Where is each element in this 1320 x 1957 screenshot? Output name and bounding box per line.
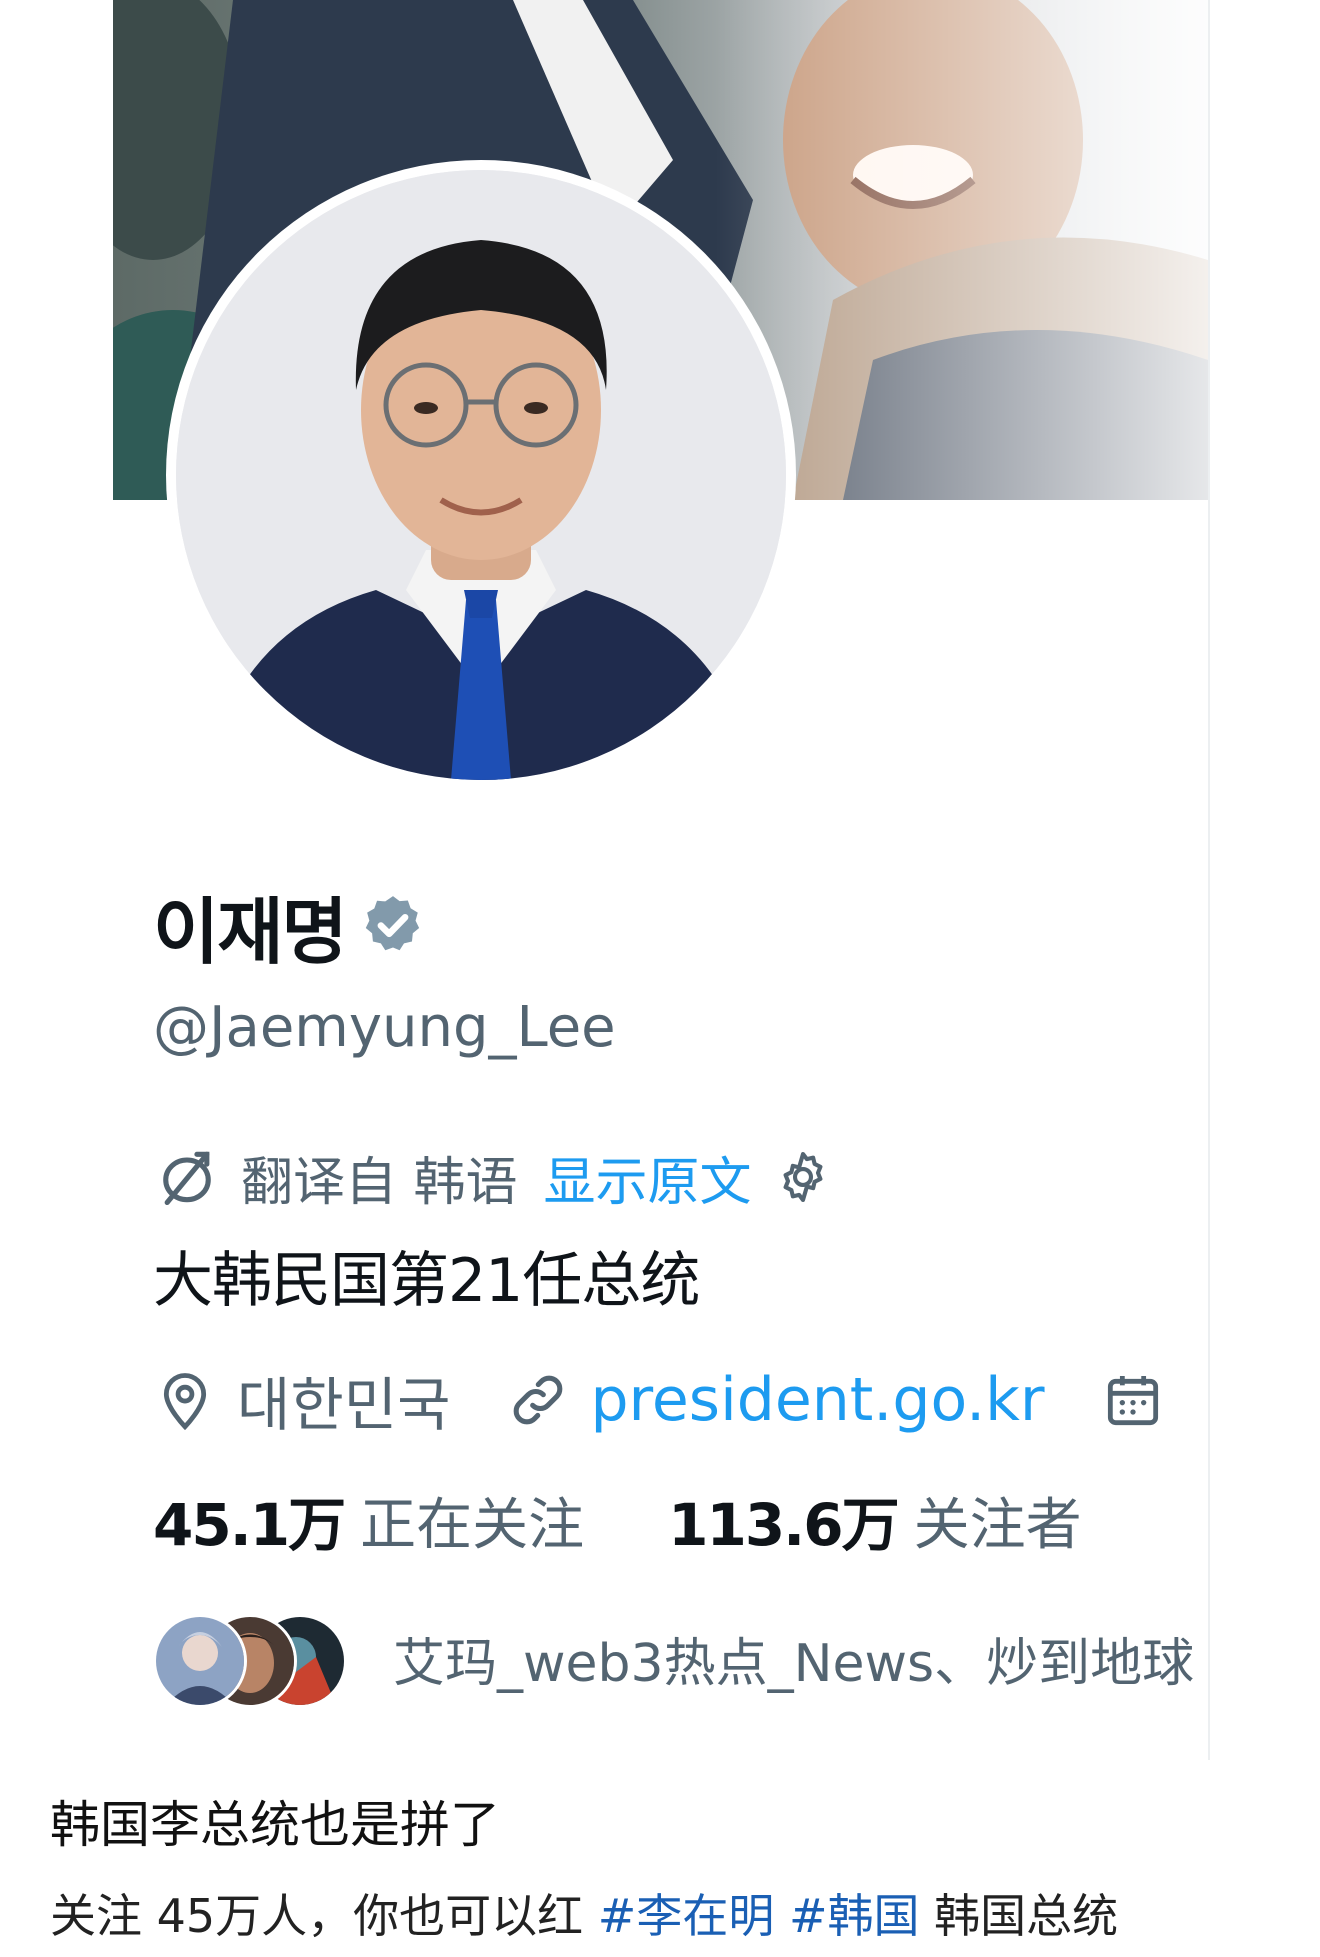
post-body-suffix: 韩国总统 (934, 1889, 1119, 1943)
follower-avatars (153, 1610, 353, 1708)
gear-icon[interactable] (774, 1148, 832, 1206)
post-body: 关注 45万人，你也可以红 #李在明 #韩国 韩国总统 (50, 1880, 1118, 1946)
translated-from-label: 翻译自 韩语 (241, 1152, 518, 1213)
post-title: 韩国李总统也是拼了 (50, 1796, 500, 1854)
hashtag-link[interactable]: #李在明 (598, 1889, 775, 1943)
profile-website-link[interactable]: president.go.kr (590, 1365, 1044, 1435)
user-handle: @Jaemyung_Lee (153, 995, 616, 1060)
follower-avatar (153, 1614, 247, 1708)
location-pin-icon (163, 1373, 207, 1431)
avatar-portrait-image (176, 170, 786, 780)
followers-count[interactable]: 113.6万 (668, 1478, 899, 1562)
display-name: 이재명 (153, 889, 348, 974)
hashtag-link[interactable]: #韩国 (789, 1889, 920, 1943)
profile-meta-row: 대한민국 president.go.kr (153, 1360, 1185, 1440)
followers-label[interactable]: 关注者 (914, 1480, 1082, 1561)
profile-card: 이재명 @Jaemyung_Lee 翻译自 韩语 显示原文 大韩民国第21任总统… (113, 0, 1210, 1760)
translate-icon (163, 1151, 211, 1206)
profile-bio: 大韩民国第21任总统 (153, 1246, 700, 1316)
show-original-link[interactable]: 显示原文 (544, 1140, 752, 1215)
following-count[interactable]: 45.1万 (153, 1478, 346, 1562)
post-body-text: 关注 45万人，你也可以红 (50, 1889, 584, 1943)
profile-avatar[interactable] (166, 160, 796, 790)
following-label[interactable]: 正在关注 (360, 1480, 584, 1561)
link-icon (514, 1375, 563, 1425)
translation-row: 翻译自 韩语 显示原文 (153, 1140, 832, 1214)
verified-badge-icon[interactable] (360, 892, 426, 958)
followed-by-text: 艾玛_web3热点_News、炒到地球 (393, 1633, 1195, 1694)
profile-location: 대한민국 (237, 1371, 451, 1439)
followed-by-row[interactable]: 艾玛_web3热点_News、炒到地球 (153, 1610, 1195, 1708)
calendar-icon (1107, 1376, 1158, 1426)
follow-stats-row: 45.1万 正在关注 113.6万 关注者 (153, 1480, 1082, 1560)
display-name-row: 이재명 (153, 880, 426, 974)
